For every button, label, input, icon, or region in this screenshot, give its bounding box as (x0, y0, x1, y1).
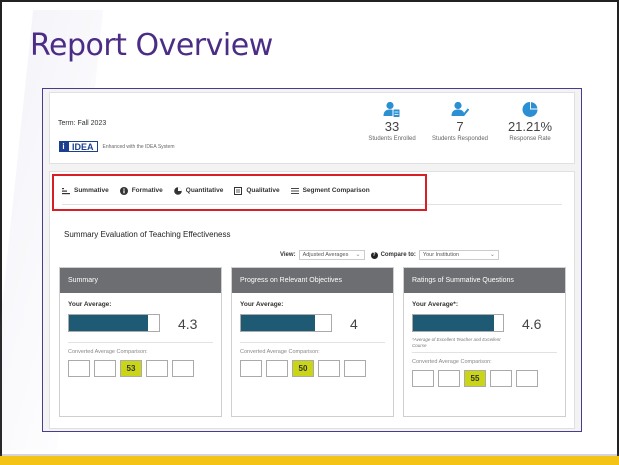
stat-label: Response Rate (509, 136, 551, 142)
idea-logo-mark: i (59, 141, 68, 152)
panel-summative-questions: Ratings of Summative Questions Your Aver… (403, 267, 566, 417)
report-screenshot: Term: Fall 2023 i IDEA Enhanced with the… (42, 88, 582, 432)
average-bar: 4.6 (412, 314, 565, 334)
bar-fill (69, 315, 149, 331)
chevron-down-icon: ⌄ (355, 252, 361, 258)
panel-summary: Summary Your Average: 4.3 Converted Aver… (59, 267, 222, 417)
comparison-box (172, 360, 194, 377)
divider (412, 352, 557, 353)
converted-average-label: Converted Average Comparison: (68, 349, 148, 355)
bar-fill (413, 315, 494, 331)
comparison-box (318, 360, 340, 377)
slide-title: Report Overview (30, 28, 273, 63)
panel-title: Ratings of Summative Questions (404, 268, 565, 293)
comparison-box (68, 360, 90, 377)
average-value: 4 (350, 316, 358, 332)
stat-value: 7 (456, 119, 464, 134)
pie-chart-icon (490, 101, 570, 118)
tab-bar-highlight-outline (52, 174, 427, 211)
students-responded-icon (420, 101, 500, 118)
stat-students-responded: 7 Students Responded (420, 101, 500, 142)
stat-value: 21.21% (507, 119, 553, 134)
converted-average-label: Converted Average Comparison: (412, 359, 492, 365)
view-controls: View: Adjusted Averages ⌄ ? Compare to: … (280, 250, 499, 260)
view-select[interactable]: Adjusted Averages ⌄ (298, 250, 365, 260)
idea-logo-subtitle: Enhanced with the IDEA System (102, 143, 175, 150)
comparison-box (490, 370, 512, 387)
panel-title: Progress on Relevant Objectives (232, 268, 393, 293)
bar-track (412, 314, 504, 332)
comparison-box-highlighted: 50 (292, 360, 314, 377)
slide-border (0, 0, 619, 2)
comparison-boxes: 50 (240, 360, 393, 377)
comparison-box (240, 360, 262, 377)
stat-response-rate: 21.21% Response Rate (490, 101, 570, 142)
average-label: Your Average*: (412, 301, 458, 308)
term-label: Term: Fall 2023 (58, 120, 107, 127)
average-bar: 4.3 (68, 314, 221, 334)
compare-select-value: Your Institution (422, 252, 460, 258)
compare-select[interactable]: Your Institution ⌄ (418, 250, 499, 260)
stat-label: Students Responded (431, 136, 489, 142)
comparison-box (412, 370, 434, 387)
comparison-box (438, 370, 460, 387)
comparison-box (344, 360, 366, 377)
compare-label: Compare to: (380, 252, 416, 258)
slide: Report Overview Term: Fall 2023 i IDEA E… (0, 0, 619, 465)
average-label: Your Average: (68, 301, 112, 308)
divider (68, 342, 213, 343)
average-label: Your Average: (240, 301, 284, 308)
divider (240, 342, 385, 343)
chevron-down-icon: ⌄ (489, 252, 495, 258)
idea-logo: i IDEA Enhanced with the IDEA System (59, 141, 175, 152)
help-icon[interactable]: ? (370, 251, 378, 259)
panel-progress-objectives: Progress on Relevant Objectives Your Ave… (231, 267, 394, 417)
average-value: 4.3 (178, 316, 198, 332)
comparison-box-highlighted: 53 (120, 360, 142, 377)
average-footnote: *Average of Excellent Teacher and Excell… (412, 337, 501, 348)
average-bar: 4 (240, 314, 393, 334)
comparison-box (266, 360, 288, 377)
view-label: View: (280, 252, 296, 258)
footer-accent-bar (0, 456, 619, 465)
bar-track (240, 314, 332, 332)
bar-track (68, 314, 160, 332)
comparison-boxes: 55 (412, 370, 565, 387)
comparison-box (516, 370, 538, 387)
bar-fill (241, 315, 315, 331)
idea-logo-text: IDEA (68, 141, 98, 152)
comparison-box (94, 360, 116, 377)
panel-title: Summary (60, 268, 221, 293)
comparison-boxes: 53 (68, 360, 221, 377)
view-select-value: Adjusted Averages (302, 252, 349, 258)
report-header-card: Term: Fall 2023 i IDEA Enhanced with the… (49, 92, 575, 164)
section-title: Summary Evaluation of Teaching Effective… (64, 230, 231, 239)
average-value: 4.6 (522, 316, 542, 332)
comparison-box-highlighted: 55 (464, 370, 486, 387)
converted-average-label: Converted Average Comparison: (240, 349, 320, 355)
comparison-box (146, 360, 168, 377)
